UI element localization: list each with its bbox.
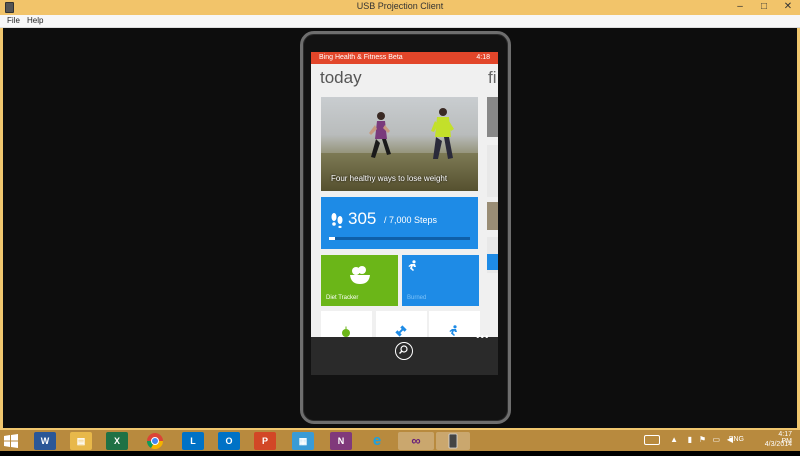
lync-icon[interactable]: L xyxy=(182,432,204,450)
apple-tile[interactable] xyxy=(321,311,372,339)
network-icon[interactable]: ▮ xyxy=(688,435,692,444)
visual-studio-icon[interactable]: ∞ xyxy=(398,432,434,450)
menu-bar: File Help xyxy=(0,15,800,28)
next-section-title[interactable]: fi xyxy=(488,68,497,88)
close-button[interactable]: ✕ xyxy=(782,1,794,12)
internet-explorer-icon[interactable]: e xyxy=(366,432,388,450)
steps-count: 305 xyxy=(348,209,377,228)
phone-app-bar: ••• xyxy=(311,332,498,375)
file-explorer-icon[interactable]: ▤ xyxy=(70,432,92,450)
phone-status-bar: Bing Health & Fitness Beta 4:18 xyxy=(311,52,498,64)
title-bar[interactable]: USB Projection Client – □ ✕ xyxy=(0,0,800,15)
status-time: 4:18 xyxy=(476,54,490,61)
menu-file[interactable]: File xyxy=(7,16,20,25)
burned-label: Burned xyxy=(407,295,427,301)
maximize-button[interactable]: □ xyxy=(758,1,770,12)
running-person-icon xyxy=(408,260,416,271)
onenote-icon[interactable]: N xyxy=(330,432,352,450)
steps-goal: / 7,000 Steps xyxy=(384,215,438,225)
outlook-icon[interactable]: O xyxy=(218,432,240,450)
minimize-button[interactable]: – xyxy=(734,1,746,12)
window-title: USB Projection Client xyxy=(356,1,444,11)
dumbbell-icon xyxy=(395,325,407,337)
article-caption: Four healthy ways to lose weight xyxy=(331,174,448,183)
dumbbell-tile[interactable] xyxy=(376,311,427,339)
show-hidden-icons-icon[interactable]: ▲ xyxy=(670,435,678,444)
menu-help[interactable]: Help xyxy=(27,16,43,25)
phone-screen: Bing Health & Fitness Beta 4:18 today fi… xyxy=(311,52,498,375)
photos-icon[interactable]: ▦ xyxy=(292,432,314,450)
battery-icon[interactable]: ▭ xyxy=(712,435,720,444)
search-button[interactable] xyxy=(395,342,413,360)
usb-projection-client-taskbar-icon[interactable] xyxy=(436,432,470,450)
diet-tracker-tile[interactable]: Diet Tracker xyxy=(321,255,398,306)
search-icon xyxy=(399,345,408,354)
salad-bowl-icon xyxy=(350,266,370,284)
peek-blue-tile xyxy=(487,254,498,270)
running-person-blue-icon xyxy=(449,325,457,336)
chrome-icon[interactable] xyxy=(144,432,166,450)
clock-date[interactable]: 4/3/2014 xyxy=(765,441,792,448)
excel-icon[interactable]: X xyxy=(106,432,128,450)
steps-tile[interactable]: 305 / 7,000 Steps xyxy=(321,197,478,249)
status-app-name: Bing Health & Fitness Beta xyxy=(319,54,403,61)
footprints-icon xyxy=(331,213,343,228)
touch-keyboard-icon[interactable] xyxy=(644,435,660,445)
peek-text-1 xyxy=(487,145,498,197)
next-panel-peek[interactable] xyxy=(487,97,498,317)
runner-woman-image xyxy=(369,112,391,158)
peek-image-1 xyxy=(487,97,498,137)
steps-progress-fill xyxy=(329,237,335,240)
action-center-icon[interactable]: ⚑ xyxy=(699,435,706,444)
page-title: today xyxy=(320,68,362,87)
input-language[interactable]: ENG xyxy=(729,436,744,443)
word-icon[interactable]: W xyxy=(34,432,56,450)
activity-tile[interactable] xyxy=(429,311,480,339)
taskbar: W ▤ X L O P ▦ N e ∞ ▲ ▮ ⚑ ▭ ◀ ENG 4:17 P… xyxy=(0,430,800,451)
windows-start-icon[interactable] xyxy=(3,433,19,449)
apple-icon xyxy=(342,326,350,337)
runner-man-image xyxy=(431,108,454,159)
steps-progress-bar xyxy=(329,237,470,240)
diet-tracker-label: Diet Tracker xyxy=(326,295,359,301)
peek-image-2 xyxy=(487,202,498,230)
article-tile[interactable]: Four healthy ways to lose weight xyxy=(321,97,478,191)
burned-tile[interactable]: Burned xyxy=(402,255,479,306)
more-options-button[interactable]: ••• xyxy=(476,332,490,343)
powerpoint-icon[interactable]: P xyxy=(254,432,276,450)
